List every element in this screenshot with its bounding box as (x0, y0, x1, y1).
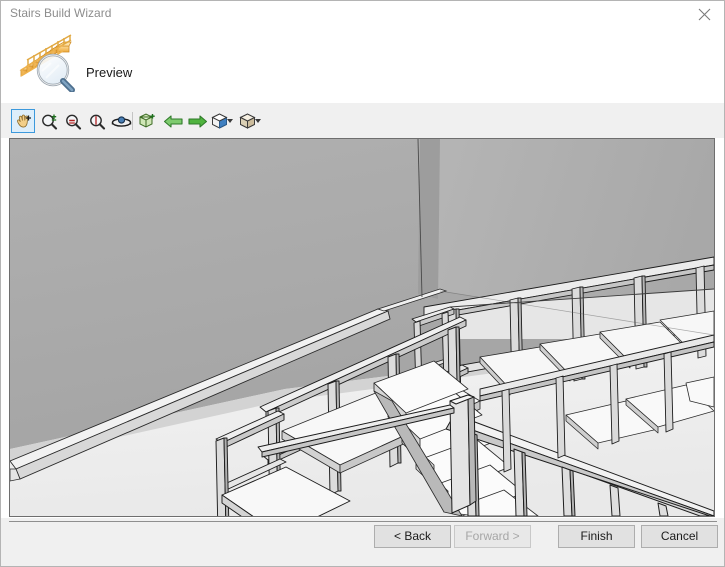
chevron-down-icon-display[interactable] (255, 119, 261, 123)
zoom-window-tool-button[interactable] (85, 109, 109, 133)
chevron-down-icon-view[interactable] (227, 119, 233, 123)
view-cube-icon (210, 112, 229, 131)
close-icon[interactable] (682, 1, 725, 27)
preview-toolbar (1, 103, 725, 138)
footer-divider (9, 521, 717, 522)
arrow-right-icon (187, 113, 208, 130)
toolbar-separator (132, 112, 133, 130)
stairs-3d-scene (10, 139, 714, 516)
stairs-3d-preview[interactable] (9, 138, 715, 517)
zoom-extents-tool-button[interactable] (135, 109, 159, 133)
previous-view-button[interactable] (161, 109, 185, 133)
render-box-icon (238, 112, 257, 131)
magnifier-minus-icon (64, 112, 83, 131)
back-button[interactable]: < Back (374, 525, 451, 548)
title-bar: Stairs Build Wizard (1, 1, 725, 28)
magnifier-plus-icon (40, 112, 59, 131)
zoom-out-tool-button[interactable] (61, 109, 85, 133)
hand-pan-icon (14, 112, 33, 131)
stairs-build-wizard-dialog: Stairs Build Wizard (0, 0, 725, 567)
pan-tool-button[interactable] (11, 109, 35, 133)
cancel-button[interactable]: Cancel (641, 525, 718, 548)
window-title: Stairs Build Wizard (10, 6, 111, 20)
zoom-extents-icon (138, 112, 157, 131)
zoom-in-tool-button[interactable] (37, 109, 61, 133)
magnifier-window-icon (88, 112, 107, 131)
orbit-tool-button[interactable] (109, 109, 133, 133)
orbit-icon (111, 113, 132, 130)
arrow-left-icon (163, 113, 184, 130)
page-title: Preview (86, 65, 132, 80)
wizard-header: Preview (1, 28, 725, 102)
next-view-button[interactable] (185, 109, 209, 133)
stairs-preview-icon (13, 30, 79, 92)
forward-button: Forward > (454, 525, 531, 548)
finish-button[interactable]: Finish (558, 525, 635, 548)
